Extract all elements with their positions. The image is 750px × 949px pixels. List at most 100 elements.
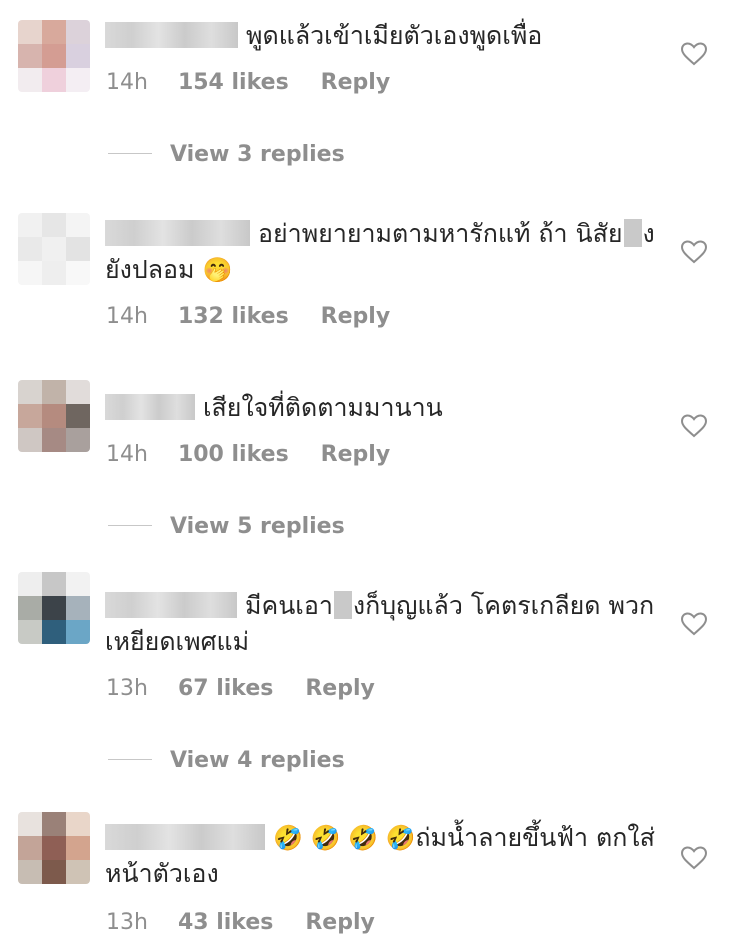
comment-meta: 14h 100 likes Reply <box>106 442 390 467</box>
view-replies-button[interactable]: View 5 replies <box>108 514 345 539</box>
avatar-pixel <box>18 572 42 596</box>
reply-button[interactable]: Reply <box>321 70 391 95</box>
comment-text: มีคนเอา งก็บุญแล้ว โคตรเกลียด พวกเหยียดเพ… <box>105 588 665 660</box>
heart-icon[interactable] <box>681 42 707 66</box>
comment-body: เสียใจที่ติดตามมานาน <box>203 393 443 422</box>
username-blurred[interactable] <box>105 824 265 850</box>
avatar-pixel <box>66 380 90 404</box>
avatar-pixel <box>42 428 66 452</box>
username-blurred[interactable] <box>105 220 250 246</box>
avatar-pixel <box>42 860 66 884</box>
avatar-pixel <box>42 572 66 596</box>
heart-icon[interactable] <box>681 612 707 636</box>
avatar-pixel <box>66 812 90 836</box>
comment-text: 🤣 🤣 🤣 🤣ถ่มน้ำลายขึ้นฟ้า ตกใส่หน้าตัวเอง <box>105 820 665 892</box>
comment-time: 14h <box>106 442 148 467</box>
avatar-pixel <box>42 44 66 68</box>
avatar-pixel <box>66 596 90 620</box>
avatar-pixel <box>42 213 66 237</box>
view-replies-label: View 3 replies <box>170 142 345 167</box>
divider-line <box>108 759 152 760</box>
rofl-emoji-group: 🤣 🤣 🤣 🤣 <box>273 824 416 852</box>
reply-button[interactable]: Reply <box>305 910 375 935</box>
comment-text: พูดแล้วเข้าเมียตัวเองพูดเพื่อ <box>105 18 665 54</box>
avatar-pixel <box>66 836 90 860</box>
avatar-pixel <box>42 620 66 644</box>
avatar-pixel <box>42 836 66 860</box>
avatar-pixel <box>66 620 90 644</box>
censored-block <box>333 591 352 619</box>
avatar-pixel <box>18 620 42 644</box>
avatar-pixel <box>18 237 42 261</box>
comment-likes[interactable]: 154 likes <box>178 70 289 95</box>
avatar-pixel <box>18 68 42 92</box>
heart-icon[interactable] <box>681 414 707 438</box>
comment-likes[interactable]: 43 likes <box>178 910 273 935</box>
avatar-pixel <box>42 68 66 92</box>
shushing-emoji: 🤭 <box>202 256 233 284</box>
avatar-pixel <box>18 44 42 68</box>
divider-line <box>108 153 152 154</box>
comment-likes[interactable]: 132 likes <box>178 304 289 329</box>
view-replies-button[interactable]: View 4 replies <box>108 748 345 773</box>
avatar-pixel <box>66 68 90 92</box>
avatar-pixel <box>18 860 42 884</box>
avatar-pixel <box>42 812 66 836</box>
reply-button[interactable]: Reply <box>321 304 391 329</box>
comment-meta: 13h 67 likes Reply <box>106 676 375 701</box>
comment-likes[interactable]: 67 likes <box>178 676 273 701</box>
view-replies-label: View 5 replies <box>170 514 345 539</box>
censored-block <box>623 219 642 247</box>
username-blurred[interactable] <box>105 394 195 420</box>
comment-time: 13h <box>106 676 148 701</box>
username-blurred[interactable] <box>105 592 237 618</box>
avatar-pixel <box>18 261 42 285</box>
heart-icon[interactable] <box>681 846 707 870</box>
avatar[interactable] <box>18 380 90 452</box>
avatar-pixel <box>42 237 66 261</box>
view-replies-button[interactable]: View 3 replies <box>108 142 345 167</box>
avatar[interactable] <box>18 20 90 92</box>
avatar-pixel <box>66 261 90 285</box>
avatar[interactable] <box>18 572 90 644</box>
view-replies-label: View 4 replies <box>170 748 345 773</box>
avatar-pixel <box>18 213 42 237</box>
heart-icon[interactable] <box>681 240 707 264</box>
comment-likes[interactable]: 100 likes <box>178 442 289 467</box>
reply-button[interactable]: Reply <box>321 442 391 467</box>
avatar[interactable] <box>18 213 90 285</box>
avatar-pixel <box>42 20 66 44</box>
avatar-pixel <box>18 428 42 452</box>
comment-text: เสียใจที่ติดตามมานาน <box>105 390 665 426</box>
avatar-pixel <box>18 836 42 860</box>
comment-meta: 14h 132 likes Reply <box>106 304 390 329</box>
avatar-pixel <box>42 380 66 404</box>
avatar-pixel <box>66 404 90 428</box>
avatar[interactable] <box>18 812 90 884</box>
avatar-pixel <box>42 261 66 285</box>
avatar-pixel <box>18 380 42 404</box>
avatar-pixel <box>66 237 90 261</box>
comment-body: อย่าพยายามตามหารักแท้ ถ้า นิสัย <box>258 219 623 248</box>
avatar-pixel <box>66 44 90 68</box>
avatar-pixel <box>18 812 42 836</box>
avatar-pixel <box>66 860 90 884</box>
comment-meta: 14h 154 likes Reply <box>106 70 390 95</box>
avatar-pixel <box>66 20 90 44</box>
reply-button[interactable]: Reply <box>305 676 375 701</box>
comment-meta: 13h 43 likes Reply <box>106 910 375 935</box>
avatar-pixel <box>66 572 90 596</box>
comment-time: 14h <box>106 70 148 95</box>
avatar-pixel <box>42 596 66 620</box>
avatar-pixel <box>66 213 90 237</box>
comment-time: 14h <box>106 304 148 329</box>
avatar-pixel <box>18 596 42 620</box>
avatar-pixel <box>18 20 42 44</box>
comment-body: มีคนเอา <box>245 591 333 620</box>
avatar-pixel <box>66 428 90 452</box>
avatar-pixel <box>18 404 42 428</box>
comment-time: 13h <box>106 910 148 935</box>
comment-text: อย่าพยายามตามหารักแท้ ถ้า นิสัย งยังปลอม … <box>105 216 665 288</box>
username-blurred[interactable] <box>105 22 238 48</box>
avatar-pixel <box>42 404 66 428</box>
